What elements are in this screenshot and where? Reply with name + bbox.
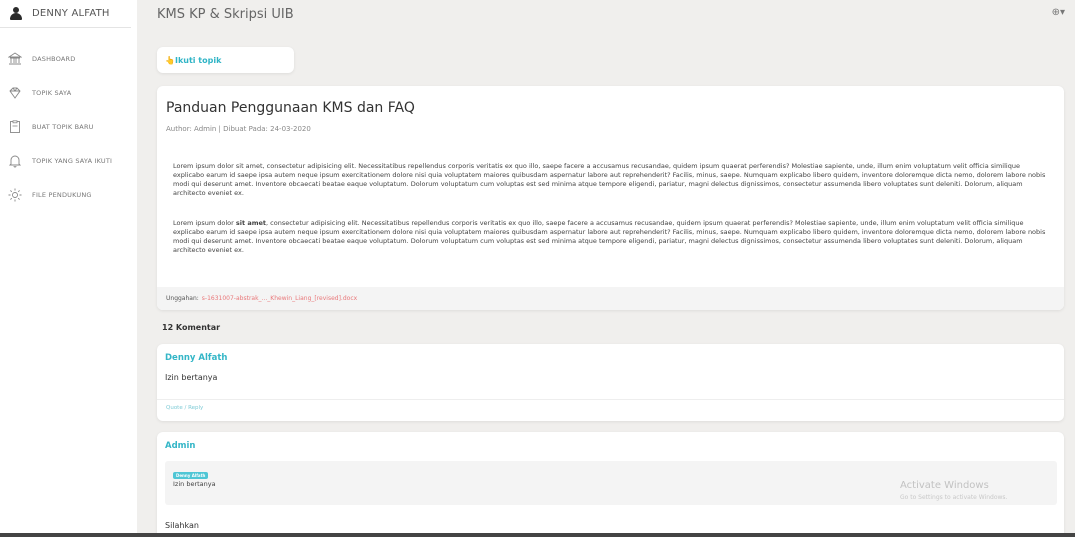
activate-windows-subtext: Go to Settings to activate Windows.: [900, 494, 1008, 501]
sidebar: DENNY ALFATH DASHBOARD TOPIK SAYA BUAT T…: [0, 0, 137, 537]
post-paragraph: Lorem ipsum dolor sit amet, consectetur …: [173, 219, 1053, 255]
comment-card: Denny Alfath Izin bertanya Quote / Reply: [157, 344, 1064, 421]
sidebar-item-topik-diikuti[interactable]: TOPIK YANG SAYA IKUTI: [0, 144, 137, 178]
user-name: DENNY ALFATH: [32, 8, 110, 19]
paragraph-text: , consectetur adipisicing elit. Necessit…: [173, 219, 1046, 254]
follow-topic-label: 👆Ikuti topik: [165, 55, 222, 65]
divider: [157, 399, 1064, 400]
sidebar-menu: DASHBOARD TOPIK SAYA BUAT TOPIK BARU TOP…: [0, 42, 137, 212]
sun-icon: [8, 188, 22, 202]
sidebar-user[interactable]: DENNY ALFATH: [0, 0, 131, 28]
window-bottom-edge: [0, 533, 1075, 537]
top-bar: KMS KP & Skripsi UIB ⊕▾: [137, 0, 1075, 28]
comment-text: Izin bertanya: [165, 373, 218, 382]
diamond-icon: [8, 86, 22, 100]
attachment-link[interactable]: s-1631007-abstrak_..._Khewin_Liang_[revi…: [202, 295, 357, 302]
follow-topic-button[interactable]: 👆Ikuti topik: [157, 47, 294, 73]
sidebar-item-label: DASHBOARD: [32, 55, 76, 63]
user-icon: [10, 7, 22, 20]
sidebar-item-file-pendukung[interactable]: FILE PENDUKUNG: [0, 178, 137, 212]
sidebar-item-dashboard[interactable]: DASHBOARD: [0, 42, 137, 76]
comment-count: 12 Komentar: [162, 323, 221, 332]
globe-icon[interactable]: ⊕▾: [1052, 7, 1065, 18]
clipboard-icon: [8, 120, 22, 134]
activate-windows-watermark: Activate Windows: [900, 480, 989, 491]
post-paragraph: Lorem ipsum dolor sit amet, consectetur …: [173, 162, 1046, 197]
sidebar-item-label: BUAT TOPIK BARU: [32, 123, 94, 131]
paragraph-text: Lorem ipsum dolor: [173, 219, 236, 227]
post-title: Panduan Penggunaan KMS dan FAQ: [166, 100, 415, 116]
quote-reply-link[interactable]: Quote / Reply: [166, 405, 203, 411]
sidebar-item-label: TOPIK YANG SAYA IKUTI: [32, 157, 113, 165]
comment-author: Admin: [165, 441, 196, 451]
comment-author: Denny Alfath: [165, 353, 228, 363]
post-meta: Author: Admin | Dibuat Pada: 24-03-2020: [166, 125, 311, 133]
paragraph-bold-text: sit amet: [235, 219, 267, 227]
sidebar-item-label: FILE PENDUKUNG: [32, 191, 92, 199]
comment-card: Admin Denny Alfath Izin bertanya Activat…: [157, 432, 1064, 537]
post-card: Panduan Penggunaan KMS dan FAQ Author: A…: [157, 86, 1064, 310]
sidebar-item-topik-saya[interactable]: TOPIK SAYA: [0, 76, 137, 110]
upload-label: Unggahan:: [166, 295, 199, 302]
bell-icon: [8, 154, 22, 168]
comment-text: Silahkan: [165, 521, 199, 530]
post-attachment-bar: Unggahan: s-1631007-abstrak_..._Khewin_L…: [157, 287, 1064, 310]
quote-text: Izin bertanya: [173, 480, 216, 488]
app-title: KMS KP & Skripsi UIB: [157, 6, 294, 22]
quote-author-badge: Denny Alfath: [173, 472, 209, 479]
sidebar-item-buat-topik-baru[interactable]: BUAT TOPIK BARU: [0, 110, 137, 144]
sidebar-item-label: TOPIK SAYA: [32, 89, 72, 97]
bank-icon: [8, 52, 22, 66]
